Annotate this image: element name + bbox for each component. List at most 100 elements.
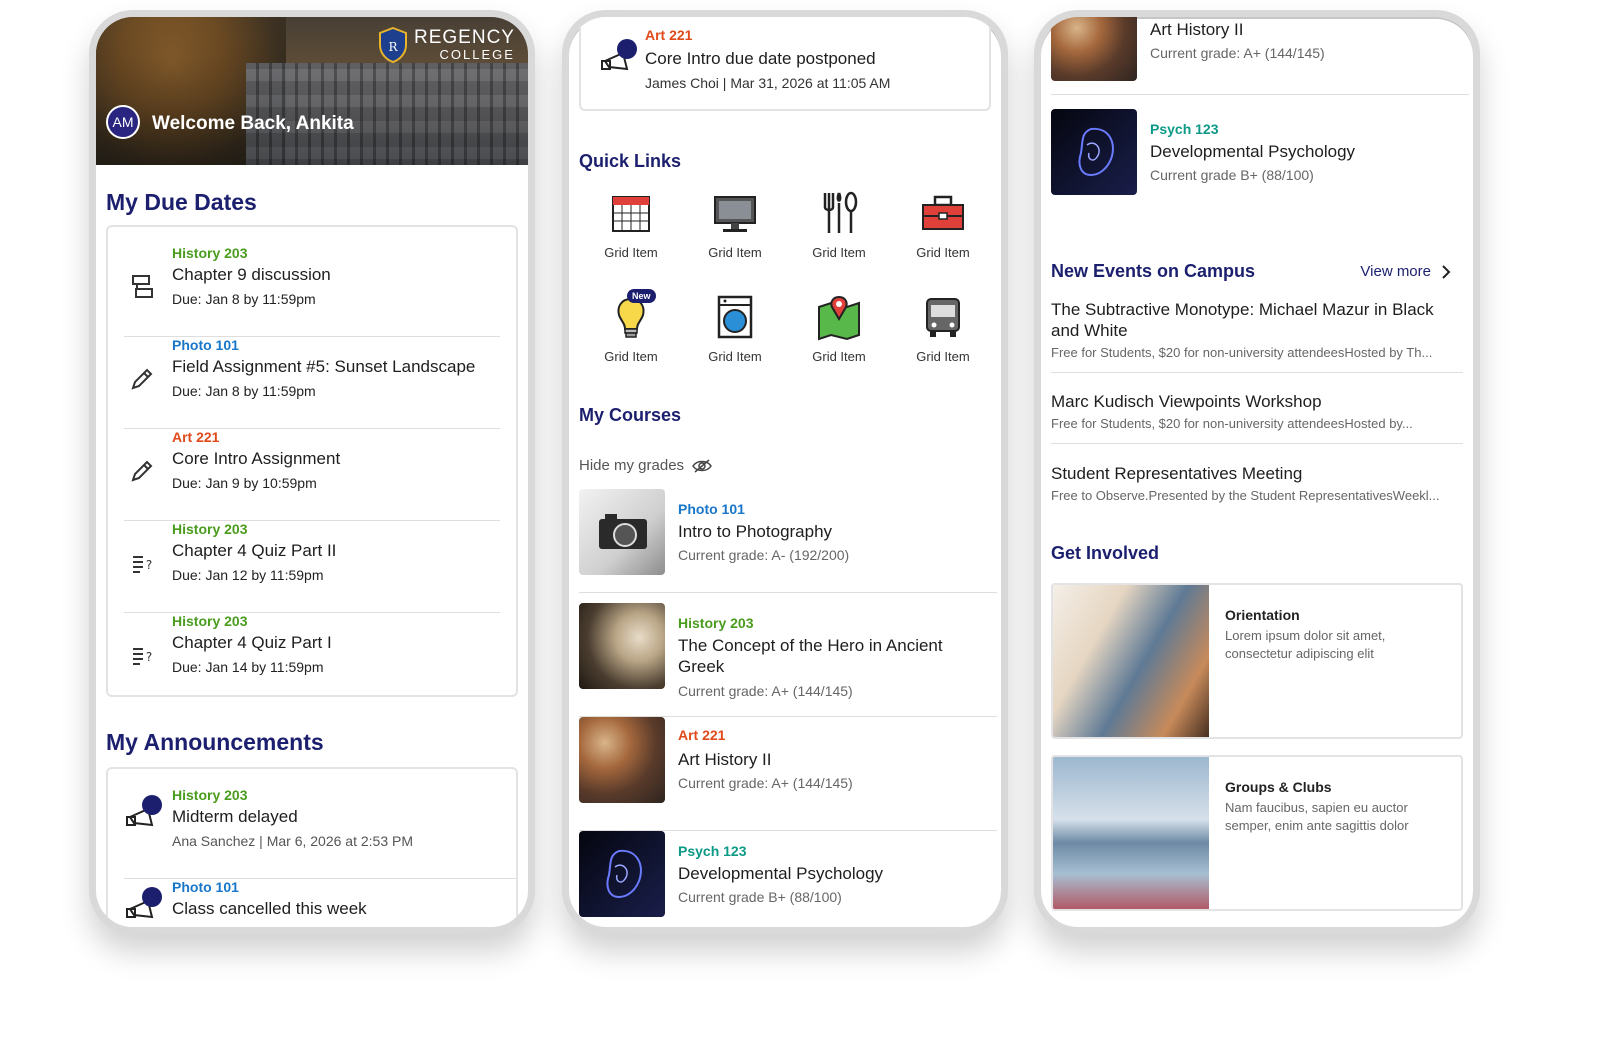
event-description: Free to Observe.Presented by the Student… [1051,488,1440,503]
course-thumbnail [1051,17,1137,81]
avatar[interactable]: AM [106,105,140,139]
course-code: History 203 [172,613,248,629]
course-title: Developmental Psychology [678,864,884,883]
announcement-item[interactable]: History 203 Midterm delayed Ana Sanchez … [124,787,516,879]
course-item[interactable]: Photo 101 Intro to Photography Current g… [579,489,997,593]
course-code: Photo 101 [172,879,239,895]
due-item[interactable]: Art 221 Core Intro Assignment Due: Jan 9… [124,429,500,521]
quiz-icon: ? [133,648,152,665]
get-involved-heading: Get Involved [1051,543,1160,563]
logo-line-1: REGENCY [414,27,515,48]
quiz-icon: ? [133,556,152,573]
course-thumbnail [579,489,665,575]
college-logo: R REGENCY COLLEGE [378,27,515,63]
quick-link-map[interactable]: Grid Item [787,293,891,389]
phone-frame-events: Art History II Current grade: A+ (144/14… [1034,10,1480,934]
course-item[interactable]: Psych 123 Developmental Psychology Curre… [1051,109,1469,229]
quick-link-bus[interactable]: Grid Item [891,293,995,389]
hide-grades-toggle[interactable]: Hide my grades [579,457,712,474]
neon-head-icon [1078,127,1114,177]
course-title: Art History II [678,750,772,769]
course-code: History 203 [172,245,248,261]
quick-links-heading: Quick Links [579,151,682,171]
event-title: Marc Kudisch Viewpoints Workshop [1051,392,1322,411]
course-code: History 203 [172,787,248,803]
announcement-meta: James Choi | Mar 31, 2026 at 11:05 AM [645,75,891,91]
announcement-card[interactable]: Art 221 Core Intro due date postponed Ja… [579,17,991,111]
svg-text:?: ? [146,558,152,572]
quick-link-calendar[interactable]: Grid Item [579,189,683,285]
groups-photo [1053,757,1209,909]
course-item[interactable]: Art History II Current grade: A+ (144/14… [1051,17,1469,95]
announcements-heading: My Announcements [106,729,324,755]
chevron-right-icon [1442,264,1451,279]
course-grade: Current grade: A+ (144/145) [1150,45,1325,61]
course-code: Art 221 [645,27,693,43]
due-date: Due: Jan 8 by 11:59pm [172,383,316,399]
course-grade: Current grade: A+ (144/145) [678,775,853,791]
event-title: Student Representatives Meeting [1051,464,1303,483]
phone-frame-links-courses: Art 221 Core Intro due date postponed Ja… [562,10,1008,934]
course-grade: Current grade: A- (192/200) [678,547,850,563]
discussion-icon [132,275,153,298]
involved-title: Orientation [1225,607,1300,623]
eye-off-icon [692,458,712,473]
hide-grades-label: Hide my grades [579,457,685,474]
course-title: Art History II [1150,20,1244,39]
course-grade: Current grade: A+ (144/145) [678,683,853,699]
announcements-card: History 203 Midterm delayed Ana Sanchez … [106,767,518,927]
quick-link-label: Grid Item [812,349,866,364]
pencil-icon [131,368,153,390]
course-thumbnail [579,603,665,689]
event-item[interactable]: Student Representatives Meeting Free to … [1051,463,1463,503]
my-courses-heading: My Courses [579,405,682,425]
course-code: Art 221 [678,727,726,743]
quick-link-ideas[interactable]: New Grid Item [579,289,683,389]
megaphone-icon [601,39,637,71]
due-item[interactable]: Photo 101 Field Assignment #5: Sunset La… [124,337,500,429]
due-date: Due: Jan 14 by 11:59pm [172,659,324,675]
quick-link-computer[interactable]: Grid Item [683,189,787,285]
logo-line-2: COLLEGE [439,47,515,62]
involved-description: Nam faucibus, sapien eu auctor semper, e… [1225,800,1409,833]
due-date: Due: Jan 12 by 11:59pm [172,567,324,583]
announcement-item[interactable]: Photo 101 Class cancelled this week [124,879,516,927]
announcement-title: Midterm delayed [172,807,298,826]
quick-link-label: Grid Item [916,349,970,364]
assignment-title: Chapter 4 Quiz Part II [172,541,337,560]
toolbox-icon [922,195,964,230]
involved-card-orientation[interactable]: Orientation Lorem ipsum dolor sit amet, … [1051,583,1463,739]
due-dates-card: History 203 Chapter 9 discussion Due: Ja… [106,225,518,697]
laundry-icon [717,295,753,339]
map-icon [818,295,860,341]
course-item[interactable]: Psych 123 Developmental Psychology Curre… [579,831,997,927]
course-item[interactable]: History 203 The Concept of the Hero in A… [579,603,997,717]
course-thumbnail [1051,109,1137,195]
due-item[interactable]: History 203 Chapter 9 discussion Due: Ja… [124,245,500,337]
neon-head-icon [606,849,642,899]
course-title: The Concept of the Hero in Ancient Greek [678,636,943,676]
announcement-meta: Ana Sanchez | Mar 6, 2026 at 2:53 PM [172,833,414,849]
camera-icon [599,514,647,549]
course-item[interactable]: Art 221 Art History II Current grade: A+… [579,717,997,831]
course-grade: Current grade B+ (88/100) [1150,167,1314,183]
due-item[interactable]: ? History 203 Chapter 4 Quiz Part II Due… [124,521,500,613]
quick-link-label: Grid Item [708,349,762,364]
quick-link-label: Grid Item [708,245,762,260]
assignment-title: Core Intro Assignment [172,449,341,468]
quick-link-toolbox[interactable]: Grid Item [891,189,995,285]
quick-link-laundry[interactable]: Grid Item [683,293,787,389]
course-code: Psych 123 [678,843,747,859]
quick-link-dining[interactable]: Grid Item [787,189,891,285]
view-more-label: View more [1360,263,1431,280]
due-item[interactable]: ? History 203 Chapter 4 Quiz Part I Due:… [124,613,500,705]
involved-card-groups[interactable]: Groups & Clubs Nam faucibus, sapien eu a… [1051,755,1463,911]
assignment-title: Chapter 4 Quiz Part I [172,633,332,652]
course-grade: Current grade B+ (88/100) [678,889,842,905]
orientation-photo [1053,585,1209,737]
event-item[interactable]: The Subtractive Monotype: Michael Mazur … [1051,299,1463,373]
quick-link-label: Grid Item [812,245,866,260]
event-item[interactable]: Marc Kudisch Viewpoints Workshop Free fo… [1051,391,1463,444]
view-more-link[interactable]: View more [1360,263,1451,280]
calendar-icon [612,196,650,232]
